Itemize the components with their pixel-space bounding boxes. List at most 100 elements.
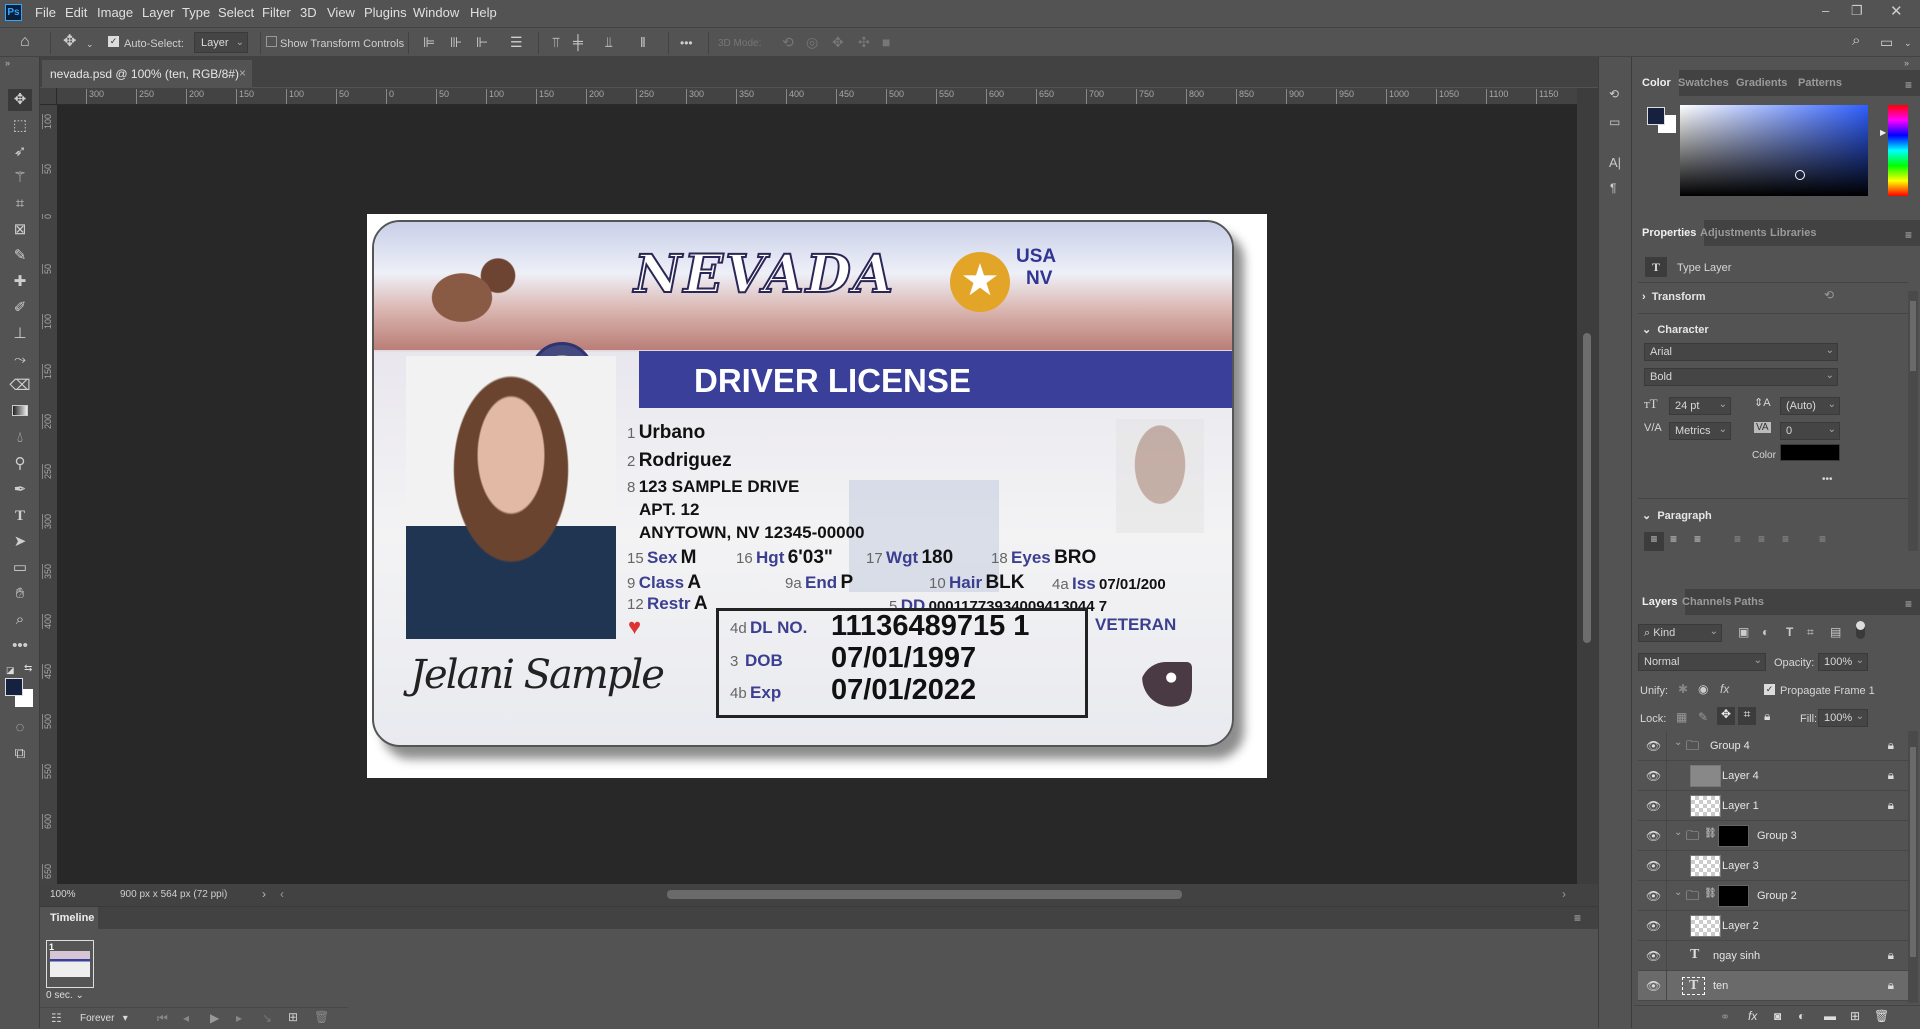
visibility-eye-icon[interactable]: 👁︎ (1646, 739, 1661, 753)
menu-file[interactable]: File (35, 5, 56, 20)
rectangle-tool[interactable]: ▭ (8, 557, 32, 579)
layer-name[interactable]: Layer 4 (1722, 770, 1759, 782)
auto-select-target-dropdown[interactable]: Layer ⌄ (194, 32, 248, 53)
align-bottom-icon[interactable]: ⫫ (605, 35, 613, 49)
info-arrow-icon[interactable]: › (262, 887, 266, 901)
3d-roll-icon[interactable]: ◎ (806, 35, 818, 49)
layer-row[interactable]: 👁︎ Layer 4 🔒︎ (1638, 761, 1908, 791)
screen-mode-icon[interactable]: ⧉ (8, 743, 32, 765)
zoom-level[interactable]: 100% (50, 889, 76, 900)
filter-type-icon[interactable]: T (1786, 625, 1793, 639)
healing-brush-tool[interactable]: ✚ (8, 271, 32, 293)
duplicate-frame-icon[interactable]: ⊞ (288, 1010, 298, 1024)
filter-shape-icon[interactable]: ⌗ (1807, 625, 1814, 640)
menu-view[interactable]: View (327, 5, 355, 20)
gradient-tool[interactable] (8, 401, 32, 423)
visibility-eye-icon[interactable]: 👁︎ (1646, 919, 1661, 933)
paragraph-section[interactable]: ⌄ Paragraph (1642, 509, 1712, 522)
layer-row[interactable]: 👁︎ ⌄ 🗀︎ Group 4 🔒︎ (1638, 731, 1908, 761)
more-character-options[interactable]: ••• (1822, 474, 1833, 485)
tab-libraries[interactable]: Libraries (1762, 220, 1824, 246)
filter-smart-object-icon[interactable]: ▤ (1830, 625, 1841, 639)
layer-name[interactable]: Layer 1 (1722, 800, 1759, 812)
convert-timeline-icon[interactable]: ☷ (51, 1011, 62, 1025)
layer-name[interactable]: Group 4 (1710, 740, 1750, 752)
pen-tool[interactable]: ✒ (8, 479, 32, 501)
type-tool[interactable]: T (8, 505, 32, 527)
color-field[interactable] (1680, 105, 1868, 196)
visibility-eye-icon[interactable]: 👁︎ (1646, 859, 1661, 873)
3d-pan-icon[interactable]: ✥ (832, 35, 844, 49)
document-tab[interactable]: nevada.psd @ 100% (ten, RGB/8#) × (42, 60, 252, 87)
tracking-field[interactable]: 0 ⌄ (1780, 422, 1840, 440)
lock-pixels-icon[interactable]: ✎ (1698, 710, 1708, 724)
expand-group-icon[interactable]: ⌄ (1674, 737, 1682, 748)
brush-tool[interactable]: ✐ (8, 297, 32, 319)
visibility-eye-icon[interactable]: 👁︎ (1646, 769, 1661, 783)
lock-all-icon[interactable]: 🔒︎ (1764, 709, 1770, 724)
distribute-horizontal-icon[interactable]: ‖ (640, 35, 646, 49)
auto-select-checkbox[interactable]: ✓ (108, 36, 119, 47)
layer-row[interactable]: 👁︎ Tten 🔒︎ (1638, 971, 1908, 1001)
new-layer-icon[interactable]: ⊞ (1850, 1009, 1860, 1023)
edit-toolbar-icon[interactable]: ••• (8, 635, 32, 657)
document-info[interactable]: 900 px x 564 px (72 ppi) (120, 889, 227, 900)
menu-layer[interactable]: Layer (142, 5, 175, 20)
first-frame-icon[interactable]: ⏮ (157, 1011, 168, 1026)
expand-group-icon[interactable]: ⌄ (1674, 887, 1682, 898)
menu-image[interactable]: Image (97, 5, 133, 20)
close-window-button[interactable]: ✕ (1890, 2, 1903, 20)
propagate-frame-checkbox[interactable]: ✓ (1764, 684, 1775, 695)
color-picker-handle[interactable] (1795, 170, 1805, 180)
delete-layer-icon[interactable]: 🗑︎ (1874, 1009, 1889, 1023)
font-style-dropdown[interactable]: Bold ⌄ (1644, 368, 1838, 386)
align-horizontal-center-icon[interactable]: ⊪ (450, 35, 462, 49)
path-selection-tool[interactable]: ➤ (8, 531, 32, 553)
clone-stamp-tool[interactable]: ⊥ (8, 323, 32, 345)
kerning-field[interactable]: Metrics ⌄ (1669, 422, 1731, 440)
menu-filter[interactable]: Filter (262, 5, 291, 20)
fill-field[interactable]: 100% ⌄ (1818, 709, 1868, 727)
visibility-eye-icon[interactable]: 👁︎ (1646, 829, 1661, 843)
tab-paths[interactable]: Paths (1726, 589, 1772, 615)
align-right-icon[interactable]: ⊩ (476, 35, 488, 49)
leading-field[interactable]: (Auto) ⌄ (1780, 397, 1840, 415)
visibility-eye-icon[interactable]: 👁︎ (1646, 949, 1661, 963)
layers-scrollbar[interactable] (1908, 731, 1918, 1003)
3d-slide-icon[interactable]: ✣ (858, 35, 870, 49)
menu-plugins[interactable]: Plugins (364, 5, 407, 20)
tab-gradients[interactable]: Gradients (1728, 70, 1795, 96)
eraser-tool[interactable]: ⌫ (8, 375, 32, 397)
lock-transparency-icon[interactable]: ▦ (1676, 710, 1687, 724)
eyedropper-tool[interactable]: ✎ (8, 245, 32, 267)
layer-name[interactable]: Group 3 (1757, 830, 1797, 842)
unify-visibility-icon[interactable]: ◉ (1698, 682, 1708, 696)
hand-tool[interactable]: ✋︎ (8, 583, 32, 605)
opacity-field[interactable]: 100% ⌄ (1818, 653, 1868, 671)
layer-row[interactable]: 👁︎ ⌄ 🗀︎ ⛓︎ Group 3 (1638, 821, 1908, 851)
frame-delay[interactable]: 0 sec. ⌄ (46, 990, 84, 1001)
new-adjustment-layer-icon[interactable]: ◐ (1798, 1009, 1805, 1023)
show-transform-checkbox[interactable] (266, 36, 277, 47)
mask-link-icon[interactable]: ⛓︎ (1704, 828, 1717, 839)
horizontal-scroll-thumb[interactable] (667, 890, 1182, 899)
history-icon[interactable]: ⟲ (1609, 87, 1619, 101)
zoom-tool[interactable]: ⌕ (8, 609, 32, 631)
unify-position-icon[interactable]: ✱ (1678, 682, 1688, 696)
restore-button[interactable]: ❐ (1851, 3, 1863, 19)
layer-row[interactable]: 👁︎ Layer 1 🔒︎ (1638, 791, 1908, 821)
menu-type[interactable]: Type (182, 5, 210, 20)
vertical-scrollbar[interactable] (1577, 88, 1598, 884)
layer-mask-thumbnail[interactable] (1718, 885, 1749, 907)
hue-slider[interactable] (1888, 105, 1908, 196)
history-brush-tool[interactable]: ⤳ (8, 349, 32, 371)
vertical-scroll-thumb[interactable] (1583, 333, 1591, 643)
next-frame-icon[interactable]: ▸ (236, 1011, 242, 1025)
delete-frame-icon[interactable]: 🗑︎ (314, 1010, 329, 1024)
lasso-tool[interactable]: ➶ (8, 141, 32, 163)
search-icon[interactable]: ⌕ (1852, 33, 1860, 48)
visibility-eye-icon[interactable]: 👁︎ (1646, 979, 1661, 993)
ruler-origin[interactable] (40, 88, 57, 105)
lock-artboard-icon[interactable]: ⌗ (1738, 707, 1756, 725)
move-tool[interactable]: ✥ (8, 89, 32, 111)
